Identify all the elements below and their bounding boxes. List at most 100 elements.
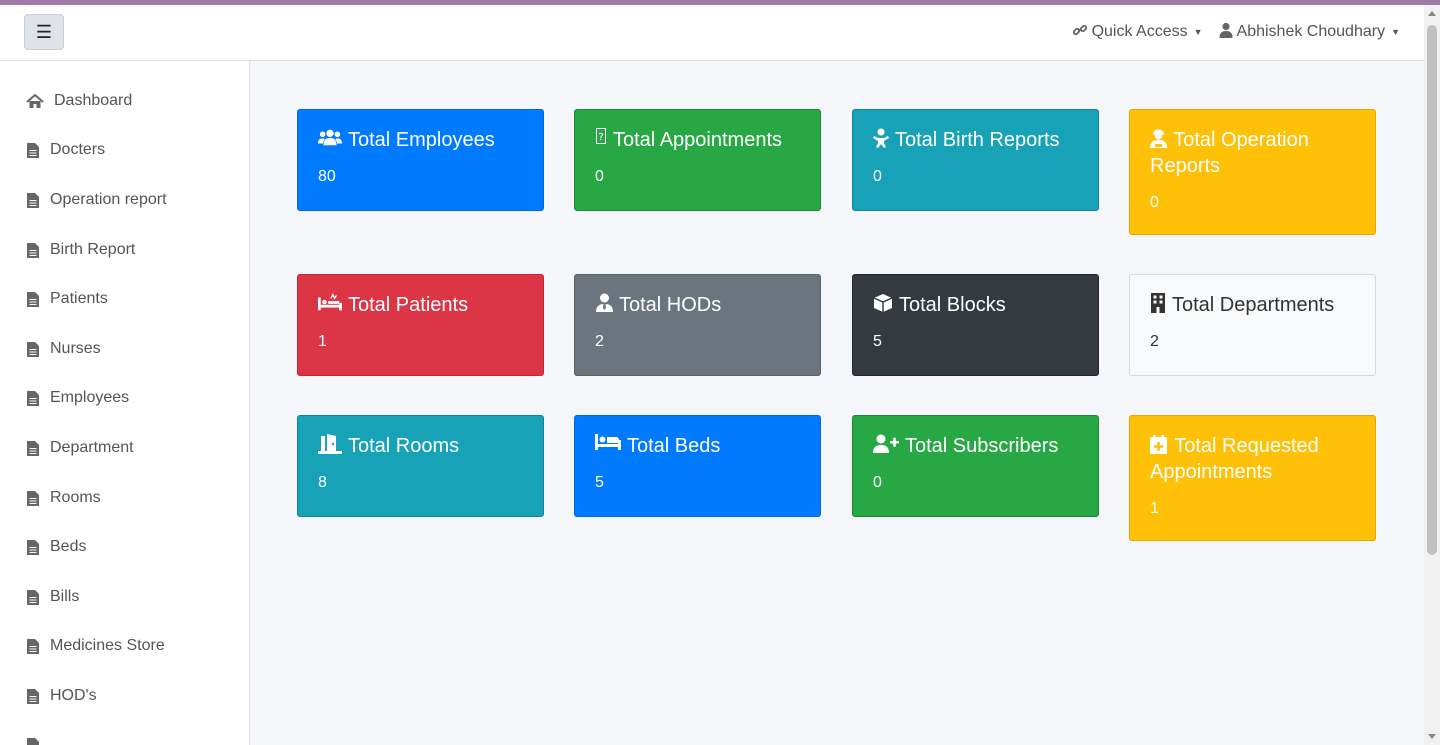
- sidebar-item-label: Medicines Store: [50, 637, 165, 654]
- sidebar-item-label: Bills: [50, 588, 80, 605]
- sidebar-item-department[interactable]: Department: [26, 436, 134, 460]
- sidebar-item-label: Rooms: [50, 489, 101, 506]
- card-value: 5: [595, 474, 604, 491]
- quick-access-label: Quick Access: [1091, 23, 1188, 40]
- card-total-rooms[interactable]: Total Rooms 8: [297, 415, 544, 517]
- sidebar-item-label: Nurses: [50, 340, 101, 357]
- card-total-operation-reports[interactable]: Total Operation Reports 0: [1129, 109, 1376, 235]
- card-title: Total Departments: [1172, 294, 1335, 316]
- user-dropdown[interactable]: Abhishek Choudhary ▼: [1219, 22, 1400, 43]
- user-icon: [1219, 22, 1233, 43]
- sidebar-item-patients[interactable]: Patients: [26, 287, 108, 311]
- scroll-down-icon[interactable]: [1428, 734, 1436, 739]
- card-total-blocks[interactable]: Total Blocks 5: [852, 274, 1099, 376]
- card-title: Total Blocks: [899, 294, 1006, 316]
- card-title: Total Beds: [627, 435, 721, 457]
- card-total-hods[interactable]: Total HODs 2: [574, 274, 821, 376]
- card-title-row: Total Blocks: [873, 293, 1078, 317]
- card-total-subscribers[interactable]: Total Subscribers 0: [852, 415, 1099, 517]
- card-title-row: Total Employees: [318, 128, 523, 152]
- sidebar-item-label: Employees: [50, 389, 130, 406]
- card-title: Total Requested Appointments: [1150, 435, 1319, 483]
- card-value: 0: [1150, 194, 1159, 211]
- card-value: 2: [1150, 333, 1159, 350]
- scrollbar-thumb[interactable]: [1427, 25, 1437, 555]
- building-icon: [1150, 293, 1166, 313]
- card-total-patients[interactable]: Total Patients 1: [297, 274, 544, 376]
- card-value: 0: [595, 168, 604, 185]
- bed-icon: [595, 434, 621, 450]
- file-icon: [26, 539, 40, 555]
- user-tie-icon: [595, 293, 613, 312]
- sidebar-item-label: Beds: [50, 538, 87, 555]
- file-icon: [26, 192, 40, 208]
- card-total-beds[interactable]: Total Beds 5: [574, 415, 821, 517]
- card-title: Total Rooms: [348, 435, 460, 457]
- sidebar-item-nurses[interactable]: Nurses: [26, 337, 101, 361]
- sidebar-item-label: Department: [50, 439, 134, 456]
- sidebar-item-operation-report[interactable]: Operation report: [26, 188, 167, 212]
- sidebar-item-label: HOD's: [50, 687, 97, 704]
- card-title-row: Total Birth Reports: [873, 128, 1078, 152]
- sidebar-item-birth-report[interactable]: Birth Report: [26, 238, 135, 262]
- vertical-scrollbar[interactable]: [1424, 5, 1440, 745]
- cube-icon: [873, 293, 893, 313]
- home-icon: [26, 93, 44, 109]
- card-title: Total Appointments: [613, 129, 782, 151]
- card-title-row: Total Operation Reports: [1150, 128, 1355, 178]
- sidebar-toggle-button[interactable]: ☰: [24, 14, 64, 50]
- sidebar-item-rooms[interactable]: Rooms: [26, 486, 101, 510]
- calendar-plus-icon: [1150, 435, 1169, 460]
- user-name: Abhishek Choudhary: [1236, 23, 1386, 40]
- scroll-up-icon[interactable]: [1428, 11, 1436, 16]
- card-total-birth-reports[interactable]: Total Birth Reports 0: [852, 109, 1099, 211]
- caret-down-icon: ▼: [1391, 27, 1400, 37]
- sidebar-item-label: Patients: [50, 290, 108, 307]
- link-icon: [1072, 22, 1088, 43]
- quick-access-dropdown[interactable]: Quick Access ▼: [1072, 22, 1203, 43]
- card-title: Total Subscribers: [905, 435, 1059, 457]
- card-total-departments[interactable]: Total Departments 2: [1129, 274, 1376, 376]
- card-total-appointments[interactable]: ? Total Appointments 0: [574, 109, 821, 211]
- card-total-requested-appointments[interactable]: Total Requested Appointments 1: [1129, 415, 1376, 541]
- sidebar-item-label: Docters: [50, 141, 106, 158]
- sidebar-item-docters[interactable]: Docters: [26, 138, 105, 162]
- file-icon: [26, 638, 40, 654]
- card-title-row: Total Rooms: [318, 434, 523, 458]
- file-icon: [26, 737, 40, 745]
- sidebar-item-employees[interactable]: Employees: [26, 386, 129, 410]
- file-icon: [26, 242, 40, 258]
- card-title-row: Total HODs: [595, 293, 800, 317]
- card-title: Total Operation Reports: [1150, 129, 1309, 177]
- card-title-row: Total Beds: [595, 434, 800, 458]
- file-icon: [26, 440, 40, 456]
- file-icon: [26, 688, 40, 704]
- sidebar: Dashboard Docters Operation report Birth…: [0, 61, 250, 745]
- card-value: 2: [595, 333, 604, 350]
- sidebar-item-beds[interactable]: Beds: [26, 535, 86, 559]
- card-value: 8: [318, 474, 327, 491]
- sidebar-item-bills[interactable]: Bills: [26, 585, 79, 609]
- sidebar-item-hods[interactable]: HOD's: [26, 684, 97, 708]
- baby-icon: [873, 128, 889, 148]
- card-title-row: Total Departments: [1150, 293, 1355, 317]
- door-icon: [318, 434, 342, 454]
- sidebar-item-dashboard[interactable]: Dashboard: [26, 89, 132, 113]
- sidebar-item-partial[interactable]: [26, 733, 40, 745]
- card-title: Total Employees: [348, 129, 495, 151]
- hamburger-icon: ☰: [35, 21, 53, 42]
- card-total-employees[interactable]: Total Employees 80: [297, 109, 544, 211]
- user-plus-icon: [873, 434, 899, 453]
- sidebar-item-label: Dashboard: [54, 92, 133, 109]
- card-title: Total Birth Reports: [895, 129, 1060, 151]
- sidebar-item-medicines-store[interactable]: Medicines Store: [26, 634, 165, 658]
- svg-text:?: ?: [598, 132, 603, 143]
- file-icon: [26, 589, 40, 605]
- top-navbar: ☰ Quick Access ▼ Abhishek Choudhary ▼: [0, 5, 1424, 61]
- file-icon: [26, 490, 40, 506]
- card-value: 0: [873, 474, 882, 491]
- file-icon: [26, 390, 40, 406]
- users-icon: [318, 128, 342, 146]
- patient-bed-icon: [318, 293, 342, 311]
- card-title-row: Total Requested Appointments: [1150, 434, 1355, 484]
